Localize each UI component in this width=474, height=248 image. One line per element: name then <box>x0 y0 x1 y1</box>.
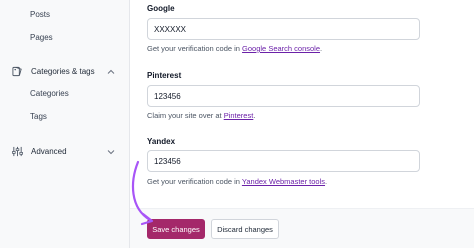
sidebar-item-categories[interactable]: Categories <box>30 89 69 98</box>
sliders-icon <box>12 146 23 157</box>
google-label: Google <box>147 4 175 13</box>
yandex-label: Yandex <box>147 137 176 146</box>
sidebar-group-advanced[interactable]: Advanced <box>12 146 115 157</box>
chevron-up-icon[interactable] <box>107 68 115 76</box>
help-text: Get your verification code in <box>147 177 242 186</box>
yandex-verification-input[interactable] <box>147 150 420 172</box>
google-search-console-link[interactable]: Google Search console <box>242 44 320 53</box>
discard-changes-button[interactable]: Discard changes <box>211 219 279 239</box>
google-help-text: Get your verification code in Google Sea… <box>147 44 322 53</box>
help-text: . <box>325 177 328 186</box>
form-footer: Save changes Discard changes <box>130 209 474 248</box>
yandex-help-text: Get your verification code in Yandex Web… <box>147 177 327 186</box>
pinterest-link[interactable]: Pinterest <box>224 111 254 120</box>
pinterest-label: Pinterest <box>147 71 182 80</box>
settings-sidebar: Posts Pages Categories & tags Categories… <box>0 0 130 248</box>
help-text: . <box>253 111 256 120</box>
google-verification-input[interactable] <box>147 18 420 40</box>
yandex-webmaster-tools-link[interactable]: Yandex Webmaster tools <box>242 177 325 186</box>
help-text: Claim your site over at <box>147 111 224 120</box>
sidebar-item-posts[interactable]: Posts <box>30 10 50 19</box>
sidebar-group-categories-tags[interactable]: Categories & tags <box>12 66 115 77</box>
save-changes-button[interactable]: Save changes <box>147 219 205 239</box>
help-text: Get your verification code in <box>147 44 243 53</box>
sidebar-group-label: Categories & tags <box>31 67 95 76</box>
sidebar-item-pages[interactable]: Pages <box>30 33 53 42</box>
help-text: . <box>320 44 323 53</box>
sidebar-item-tags[interactable]: Tags <box>30 112 47 121</box>
sidebar-group-label: Advanced <box>31 147 67 156</box>
pinterest-verification-input[interactable] <box>147 85 420 107</box>
chevron-down-icon[interactable] <box>107 148 115 156</box>
tag-icon <box>12 66 23 77</box>
pinterest-help-text: Claim your site over at Pinterest. <box>147 111 255 120</box>
